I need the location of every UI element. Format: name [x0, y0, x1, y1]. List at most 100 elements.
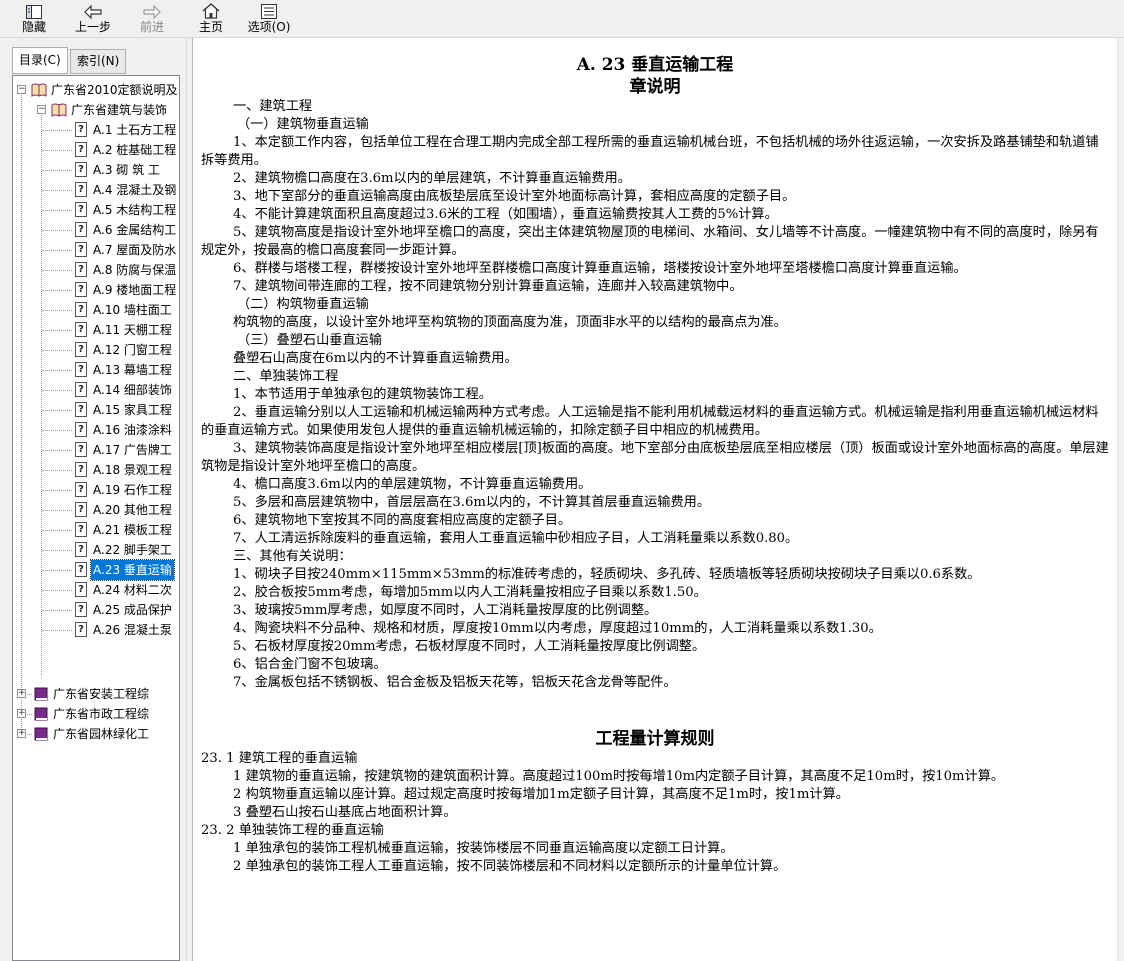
tree-node-chapter[interactable]: ? A.3 砌 筑 工: [13, 160, 179, 180]
expand-icon[interactable]: +: [17, 709, 26, 718]
tree-node-chapter[interactable]: ? A.17 广告牌工: [13, 440, 179, 460]
open-book-icon: [31, 83, 47, 97]
paragraph: 7、金属板包括不锈钢板、铝合金板及铝板天花等，铝板天花含龙骨等配件。: [233, 675, 677, 690]
tree-node-chapter[interactable]: ? A.8 防腐与保温: [13, 260, 179, 280]
tree-node-label: A.2 桩基础工程: [93, 143, 177, 157]
section-heading: 一、建筑工程: [233, 99, 313, 114]
tree-node-chapter[interactable]: ? A.12 门窗工程: [13, 340, 179, 360]
tree-connector: [42, 290, 72, 291]
tree-node-label: A.23 垂直运输: [90, 559, 175, 581]
collapse-icon[interactable]: −: [17, 85, 26, 94]
tree-connector: [42, 270, 72, 271]
home-button[interactable]: 主页: [192, 0, 230, 38]
tree-node-chapter[interactable]: ? A.10 墙柱面工: [13, 300, 179, 320]
help-topic-icon: ?: [75, 622, 87, 637]
tree-node-chapter[interactable]: ? A.24 材料二次: [13, 580, 179, 600]
tree-node-label: A.17 广告牌工: [93, 443, 172, 457]
help-topic-icon: ?: [75, 362, 87, 377]
tab-index[interactable]: 索引(N): [70, 49, 127, 74]
help-topic-icon: ?: [75, 342, 87, 357]
tree-node-label: A.15 家具工程: [93, 403, 172, 417]
help-topic-icon: ?: [75, 602, 87, 617]
tree-connector: [42, 170, 72, 171]
tree-node-label: A.26 混凝土泵: [93, 623, 172, 637]
rules-title: 工程量计算规则: [595, 729, 715, 749]
forward-button[interactable]: 前进: [130, 0, 174, 38]
navigation-pane: 目录(C) 索引(N) − 广东省2010定额说明及 − 广东省建筑与装饰 ? A…: [0, 38, 186, 961]
tree-node-chapter[interactable]: ? A.26 混凝土泵: [13, 620, 179, 640]
tree-node-label: A.5 木结构工程: [93, 203, 177, 217]
tree-node-chapter[interactable]: ? A.15 家具工程: [13, 400, 179, 420]
help-topic-icon: ?: [75, 282, 87, 297]
tree-node-label: A.13 幕墙工程: [93, 363, 172, 377]
tree-node-chapter[interactable]: ? A.20 其他工程: [13, 500, 179, 520]
tree-node-chapter[interactable]: ? A.11 天棚工程: [13, 320, 179, 340]
tree-node-book-municipal[interactable]: + 广东省市政工程综: [13, 704, 179, 724]
tree-connector: [42, 230, 72, 231]
tree-connector: [42, 490, 72, 491]
tree-node-chapter[interactable]: ? A.9 楼地面工程: [13, 280, 179, 300]
tree-node-label: A.16 油漆涂料: [93, 423, 172, 437]
hide-button[interactable]: 隐藏: [14, 0, 54, 38]
paragraph: 7、人工清运拆除废料的垂直运输，套用人工垂直运输中砂相应子目，人工消耗量乘以系数…: [233, 531, 799, 546]
tree-node-chapter[interactable]: ? A.1 土石方工程: [13, 120, 179, 140]
collapse-icon[interactable]: −: [37, 105, 46, 114]
tab-contents[interactable]: 目录(C): [12, 47, 68, 74]
options-button[interactable]: 选项(O): [244, 0, 294, 38]
vertical-scrollbar[interactable]: [1117, 38, 1124, 961]
paragraph: 2、垂直运输分别以人工运输和机械运输两种方式考虑。人工运输是指不能利用机械载运材…: [201, 405, 1099, 438]
tree-node-chapter[interactable]: ? A.4 混凝土及钢: [13, 180, 179, 200]
tree-node-chapter[interactable]: ? A.22 脚手架工: [13, 540, 179, 560]
tree-node-label: A.21 模板工程: [93, 523, 172, 537]
tree-node-chapter[interactable]: ? A.23 垂直运输: [13, 559, 179, 581]
tree-connector: [42, 470, 72, 471]
rule-paragraph: 2 单独承包的装饰工程人工垂直运输，按不同装饰楼层和不同材料以定额所示的计量单位…: [233, 859, 787, 874]
tree-node-label: A.25 成品保护: [93, 603, 172, 617]
tree-node-chapter[interactable]: ? A.6 金属结构工: [13, 220, 179, 240]
tree-connector: [42, 550, 72, 551]
tree-node-chapter[interactable]: ? A.5 木结构工程: [13, 200, 179, 220]
tree-node-label: A.11 天棚工程: [93, 323, 172, 337]
expand-icon[interactable]: +: [17, 689, 26, 698]
expand-icon[interactable]: +: [17, 729, 26, 738]
rule-heading: 23. 1 建筑工程的垂直运输: [201, 751, 358, 766]
tree-connector: [42, 250, 72, 251]
tree-node-book-install[interactable]: + 广东省安装工程综: [13, 684, 179, 704]
tree-node-chapter[interactable]: ? A.25 成品保护: [13, 600, 179, 620]
paragraph: 2、建筑物檐口高度在3.6m以内的单层建筑，不计算垂直运输费用。: [233, 171, 631, 186]
tree-node-label: A.18 景观工程: [93, 463, 172, 477]
paragraph: 5、石板材厚度按20mm考虑，石板材厚度不同时，人工消耗量按厚度比例调整。: [233, 639, 706, 654]
tree-node-chapter[interactable]: ? A.16 油漆涂料: [13, 420, 179, 440]
tree-node-chapter[interactable]: ? A.2 桩基础工程: [13, 140, 179, 160]
tree-node-chapter[interactable]: ? A.21 模板工程: [13, 520, 179, 540]
tree-node-label: A.9 楼地面工程: [93, 283, 177, 297]
help-topic-icon: ?: [75, 502, 87, 517]
back-button[interactable]: 上一步: [70, 0, 116, 38]
paragraph: 3、地下室部分的垂直运输高度由底板垫层底至设计室外地面标高计算，套相应高度的定额…: [233, 189, 796, 204]
tree-node-label: A.24 材料二次: [93, 583, 172, 597]
help-topic-icon: ?: [75, 582, 87, 597]
subsection-heading: （二）构筑物垂直运输: [237, 297, 369, 312]
tree-node-root[interactable]: − 广东省2010定额说明及: [13, 80, 179, 100]
tree-node-chapter[interactable]: ? A.14 细部装饰: [13, 380, 179, 400]
help-topic-icon: ?: [75, 142, 87, 157]
tree-node-chapter[interactable]: ? A.7 屋面及防水: [13, 240, 179, 260]
tree-connector: [42, 390, 72, 391]
toolbar: 隐藏 上一步 前进 主页 选项(O): [0, 0, 1124, 38]
tree-node-chapter[interactable]: ? A.18 景观工程: [13, 460, 179, 480]
tree-connector: [42, 150, 72, 151]
rule-paragraph: 1 建筑物的垂直运输，按建筑物的建筑面积计算。高度超过100m时按每增10m内定…: [233, 769, 1005, 784]
tree-node-book-building[interactable]: − 广东省建筑与装饰: [13, 100, 179, 120]
rule-paragraph: 1 单独承包的装饰工程机械垂直运输，按装饰楼层不同垂直运输高度以定额工日计算。: [233, 841, 734, 856]
rule-heading: 23. 2 单独装饰工程的垂直运输: [201, 823, 384, 838]
paragraph: 6、群楼与塔楼工程，群楼按设计室外地坪至群楼檐口高度计算垂直运输，塔楼按设计室外…: [233, 261, 967, 276]
tree-connector: [42, 530, 72, 531]
paragraph: 1、本节适用于单独承包的建筑物装饰工程。: [233, 387, 492, 402]
help-topic-icon: ?: [75, 462, 87, 477]
tree-node-chapter[interactable]: ? A.13 幕墙工程: [13, 360, 179, 380]
tree-node-chapter[interactable]: ? A.19 石作工程: [13, 480, 179, 500]
section-heading: 二、单独装饰工程: [233, 369, 339, 384]
tree-node-label: A.1 土石方工程: [93, 123, 177, 137]
tree-node-label: A.20 其他工程: [93, 503, 172, 517]
tree-node-book-landscape[interactable]: + 广东省园林绿化工: [13, 724, 179, 744]
